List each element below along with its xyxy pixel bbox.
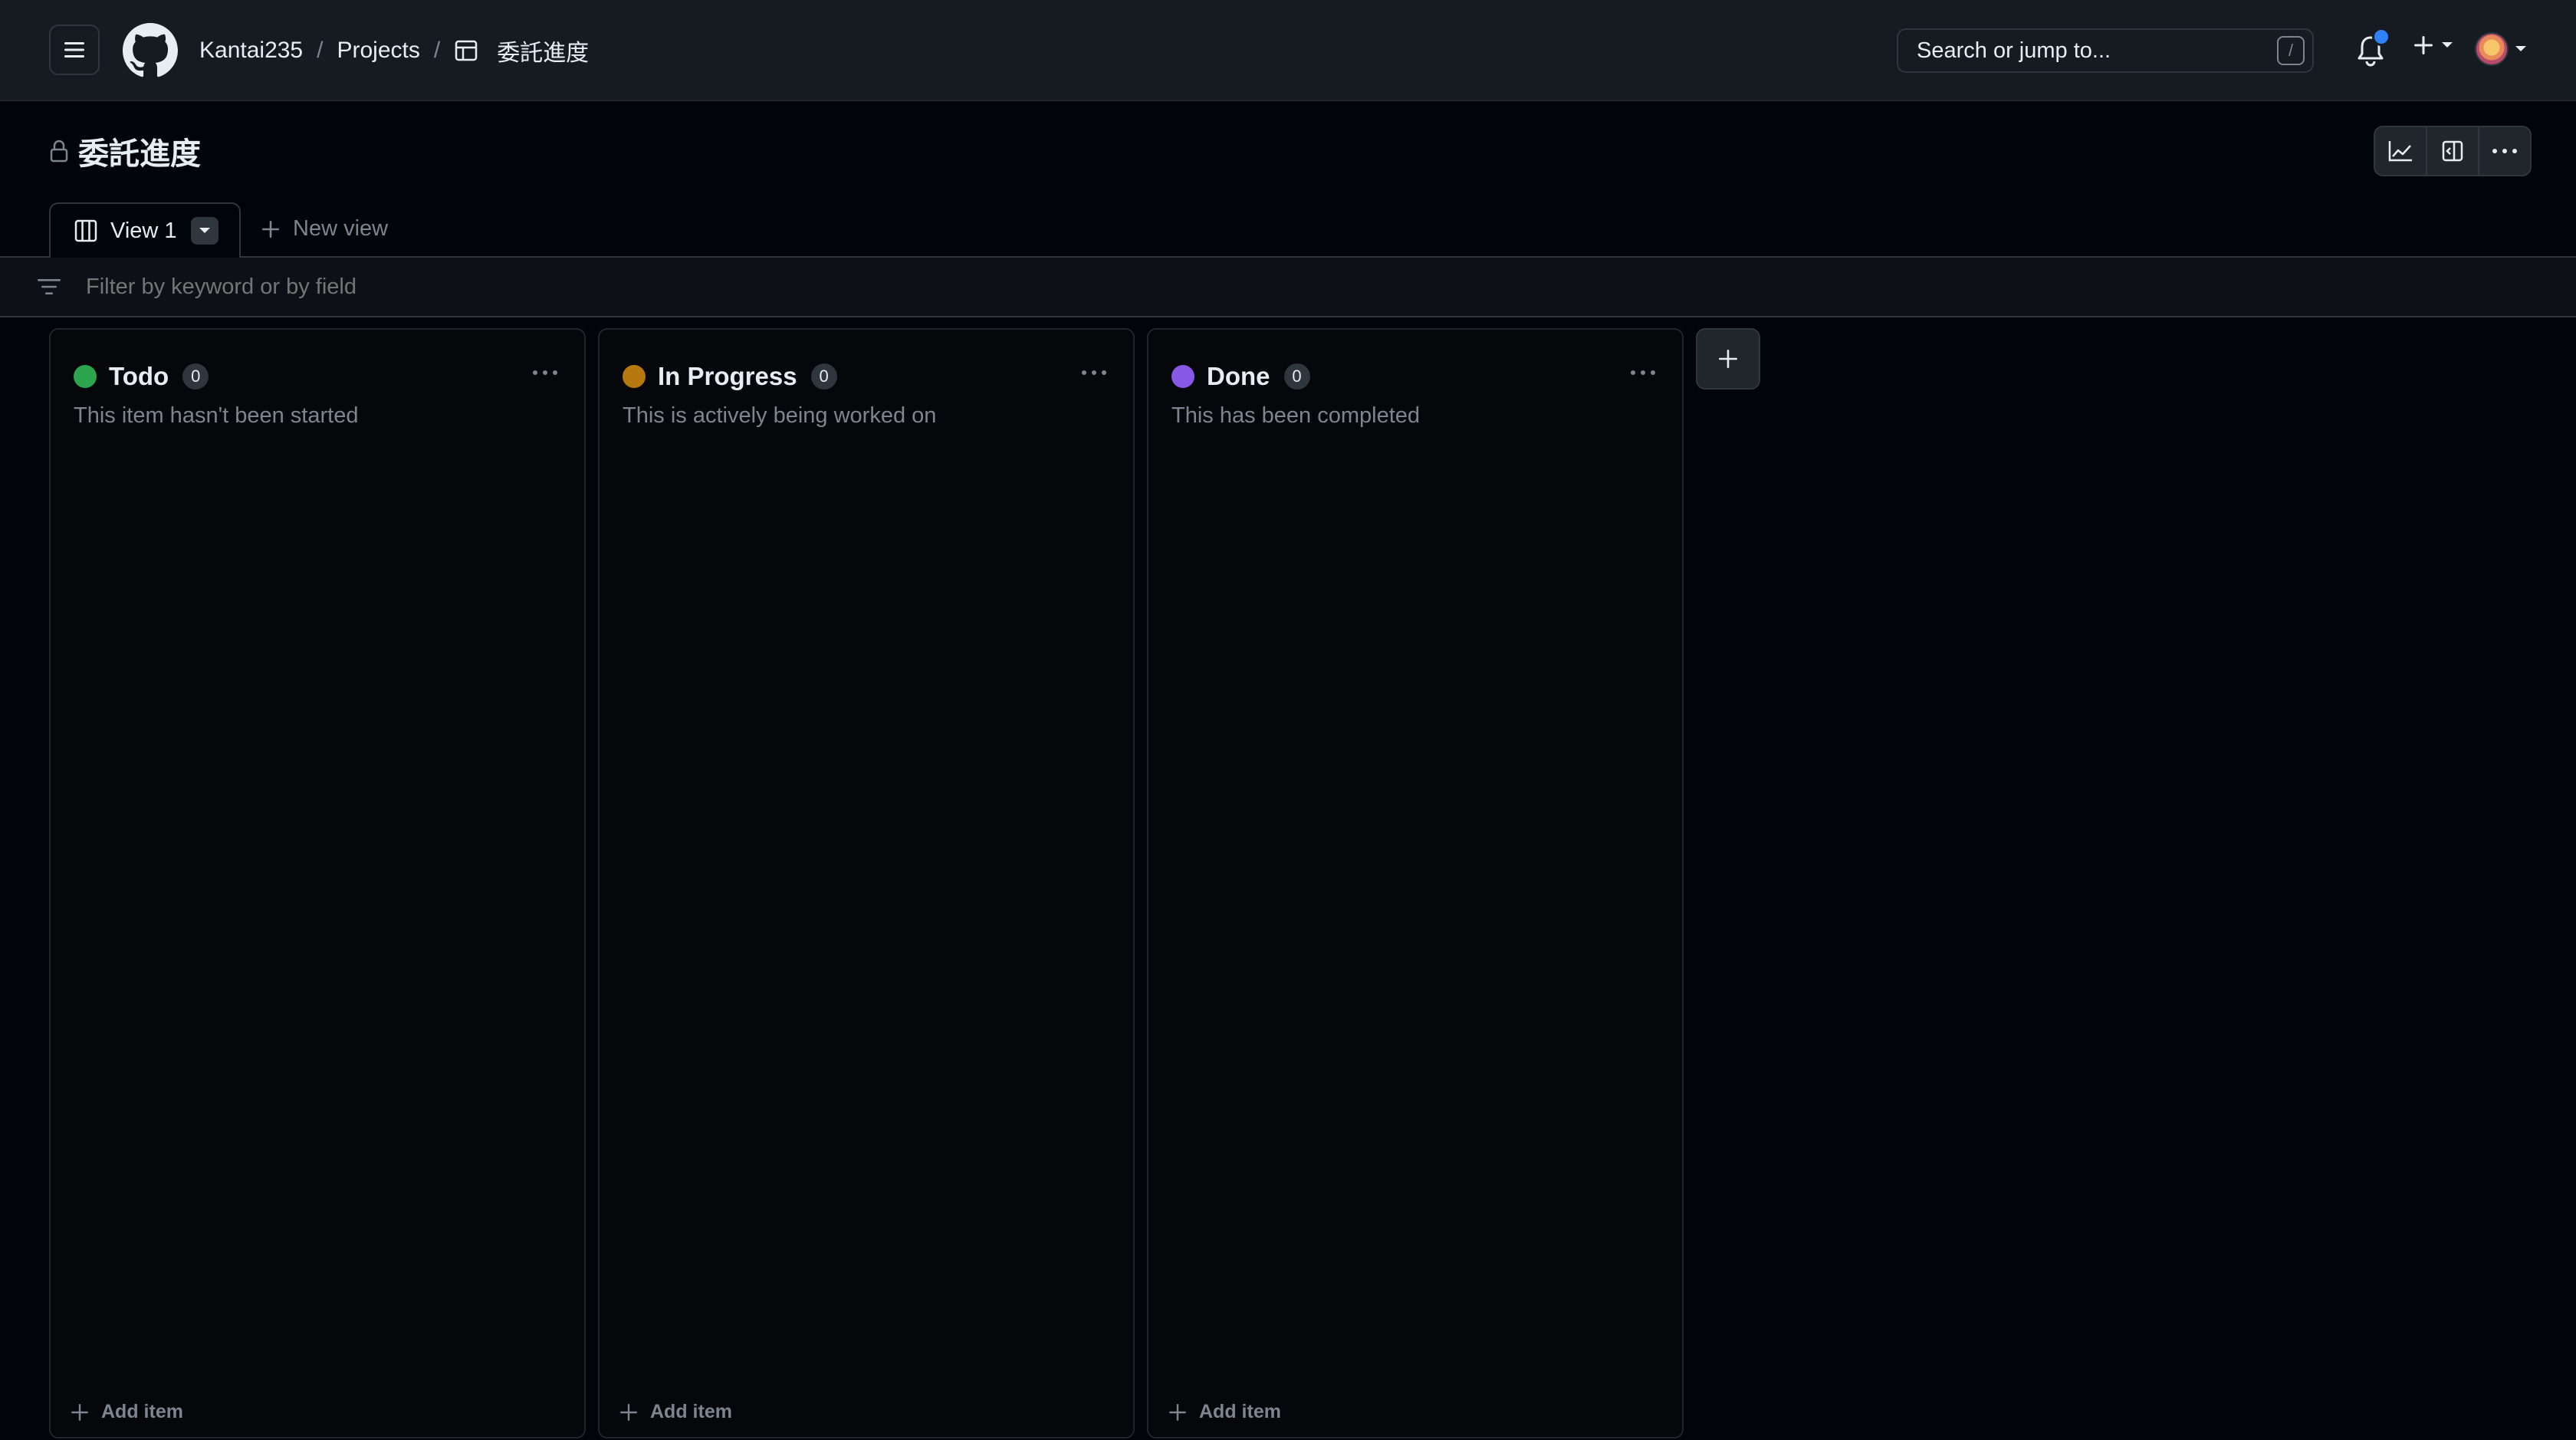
github-logo-icon[interactable] [123, 23, 178, 78]
add-item-label: Add item [650, 1401, 732, 1422]
filter-bar [0, 258, 2576, 317]
column-menu-button[interactable] [1630, 370, 1656, 376]
new-view-button[interactable]: New view [261, 216, 388, 242]
column-description: This is actively being worked on [623, 403, 937, 428]
column-description: This item hasn't been started [74, 403, 359, 428]
column-header: Todo 0 [74, 362, 209, 391]
user-menu-button[interactable] [2475, 32, 2527, 66]
menu-button[interactable] [49, 25, 100, 75]
view-options-button[interactable] [190, 217, 219, 245]
plus-icon [2414, 36, 2433, 54]
plus-icon [620, 1403, 637, 1421]
column-in-progress: In Progress 0 This is actively being wor… [598, 328, 1135, 1438]
filter-icon [38, 279, 61, 294]
status-dot [74, 365, 97, 388]
global-header: Kantai235 / Projects / 委託進度 Search or ju… [0, 0, 2576, 101]
insights-button[interactable] [2375, 127, 2427, 175]
filter-input[interactable] [84, 273, 1007, 301]
more-options-button[interactable] [2479, 127, 2530, 175]
table-icon [455, 40, 478, 61]
column-todo: Todo 0 This item hasn't been started Add… [49, 328, 586, 1438]
side-panel-button[interactable] [2427, 127, 2479, 175]
add-item-label: Add item [1199, 1401, 1281, 1422]
create-new-button[interactable] [2412, 34, 2453, 57]
column-menu-button[interactable] [532, 370, 558, 376]
breadcrumb-projects[interactable]: Projects [337, 38, 419, 64]
column-count: 0 [1283, 363, 1310, 390]
notification-indicator [2372, 28, 2390, 46]
board: Todo 0 This item hasn't been started Add… [0, 317, 2576, 1440]
column-header: Done 0 [1171, 362, 1310, 391]
project-title: 委託進度 [49, 129, 201, 173]
search-input[interactable]: Search or jump to... / [1897, 28, 2314, 73]
search-placeholder: Search or jump to... [1917, 38, 2111, 63]
tab-view-1[interactable]: View 1 [49, 202, 241, 258]
column-title: In Progress [658, 362, 797, 390]
hamburger-icon [64, 42, 84, 58]
plus-icon [1719, 350, 1737, 368]
status-dot [1171, 365, 1194, 388]
search-shortcut-key: / [2277, 36, 2305, 65]
column-header: In Progress 0 [623, 362, 837, 391]
kebab-icon [1082, 370, 1106, 375]
tab-view-1-label: View 1 [110, 218, 177, 243]
breadcrumb: Kantai235 / Projects / 委託進度 [199, 32, 589, 69]
avatar [2475, 32, 2509, 66]
add-item-label: Add item [101, 1401, 183, 1422]
plus-icon [71, 1403, 88, 1421]
lock-icon [50, 140, 68, 163]
column-title: Todo [109, 362, 169, 390]
status-dot [623, 365, 646, 388]
side-panel-icon [2442, 140, 2463, 162]
plus-icon [262, 220, 279, 238]
add-item-button[interactable]: Add item [619, 1401, 732, 1423]
chevron-down-icon [2515, 46, 2526, 51]
project-actions [2374, 126, 2532, 176]
breadcrumb-separator: / [433, 38, 441, 63]
column-menu-button[interactable] [1081, 370, 1107, 376]
column-count: 0 [182, 363, 209, 390]
add-item-button[interactable]: Add item [71, 1401, 183, 1423]
chevron-down-icon [2442, 42, 2453, 48]
plus-icon [1169, 1403, 1186, 1421]
breadcrumb-owner[interactable]: Kantai235 [199, 38, 303, 64]
breadcrumb-separator: / [317, 38, 324, 63]
breadcrumb-project[interactable]: 委託進度 [497, 34, 589, 67]
column-count: 0 [810, 363, 837, 390]
column-title: Done [1207, 362, 1270, 390]
column-description: This has been completed [1171, 403, 1421, 428]
insights-icon [2388, 141, 2412, 162]
column-done: Done 0 This has been completed Add item [1147, 328, 1684, 1438]
kebab-icon [1631, 370, 1655, 375]
project-title-text: 委託進度 [78, 137, 201, 171]
kebab-icon [533, 370, 557, 375]
add-item-button[interactable]: Add item [1168, 1401, 1281, 1423]
board-icon [74, 219, 97, 242]
notifications-button[interactable] [2355, 28, 2390, 67]
new-view-label: New view [293, 216, 389, 241]
add-column-button[interactable] [1696, 328, 1760, 390]
kebab-icon [2492, 149, 2517, 153]
chevron-down-icon [199, 228, 210, 233]
